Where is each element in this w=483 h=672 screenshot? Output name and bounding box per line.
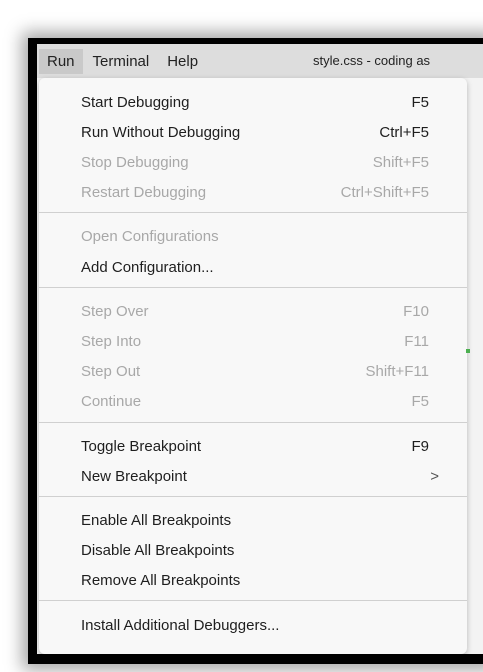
menu-item-run-without-debugging[interactable]: Run Without Debugging Ctrl+F5 xyxy=(39,118,467,146)
menu-item-stop-debugging: Stop Debugging Shift+F5 xyxy=(39,148,467,176)
app-window: Run Terminal Help style.css - coding as … xyxy=(37,44,483,654)
menu-item-label: Stop Debugging xyxy=(81,153,189,171)
menu-item-new-breakpoint[interactable]: New Breakpoint > xyxy=(39,462,467,490)
menu-item-toggle-breakpoint[interactable]: Toggle Breakpoint F9 xyxy=(39,432,467,460)
menu-item-label: New Breakpoint xyxy=(81,467,187,485)
menu-item-label: Run Without Debugging xyxy=(81,123,241,141)
menu-item-step-into: Step Into F11 xyxy=(39,327,467,355)
menu-item-shortcut: F5 xyxy=(411,392,429,410)
menu-item-shortcut: Ctrl+F5 xyxy=(379,123,429,141)
menu-item-start-debugging[interactable]: Start Debugging F5 xyxy=(39,88,467,116)
menu-item-label: Toggle Breakpoint xyxy=(81,437,202,455)
menu-item-shortcut: Ctrl+Shift+F5 xyxy=(340,183,429,201)
menu-item-label: Start Debugging xyxy=(81,93,190,111)
menu-item-label: Restart Debugging xyxy=(81,183,207,201)
window-title: style.css - coding as xyxy=(313,53,431,68)
menu-item-shortcut: F11 xyxy=(404,332,429,350)
menu-item-shortcut: Shift+F11 xyxy=(365,362,429,380)
menu-item-label: Enable All Breakpoints xyxy=(81,511,232,529)
menu-item-shortcut: F10 xyxy=(403,302,429,320)
menu-item-label: Step Into xyxy=(81,332,142,350)
menu-bar: Run Terminal Help style.css - coding as xyxy=(37,44,483,78)
menu-item-add-configuration[interactable]: Add Configuration... xyxy=(39,253,467,281)
menu-item-shortcut: F9 xyxy=(411,437,429,455)
menu-item-enable-all-breakpoints[interactable]: Enable All Breakpoints xyxy=(39,506,467,534)
menu-separator xyxy=(39,496,467,497)
run-menu-dropdown: Start Debugging F5 Run Without Debugging… xyxy=(39,78,467,654)
menu-terminal[interactable]: Terminal xyxy=(85,49,158,74)
menu-item-install-additional-debuggers[interactable]: Install Additional Debuggers... xyxy=(39,611,467,639)
menu-separator xyxy=(39,600,467,601)
menu-separator xyxy=(39,212,467,213)
menu-item-step-out: Step Out Shift+F11 xyxy=(39,357,467,385)
menu-item-label: Step Out xyxy=(81,362,141,380)
menu-item-label: Open Configurations xyxy=(81,227,219,245)
menu-item-label: Disable All Breakpoints xyxy=(81,541,235,559)
editor-gutter-mark xyxy=(466,349,470,353)
menu-item-label: Add Configuration... xyxy=(81,258,214,276)
menu-item-label: Step Over xyxy=(81,302,149,320)
menu-separator xyxy=(39,287,467,288)
menu-item-remove-all-breakpoints[interactable]: Remove All Breakpoints xyxy=(39,566,467,594)
menu-help[interactable]: Help xyxy=(159,49,206,74)
menu-item-label: Continue xyxy=(81,392,142,410)
menu-item-shortcut: F5 xyxy=(411,93,429,111)
menu-separator xyxy=(39,422,467,423)
chevron-right-icon: > xyxy=(430,467,439,485)
menu-item-disable-all-breakpoints[interactable]: Disable All Breakpoints xyxy=(39,536,467,564)
menu-run[interactable]: Run xyxy=(39,48,83,74)
menu-item-shortcut: Shift+F5 xyxy=(372,153,429,171)
menu-item-step-over: Step Over F10 xyxy=(39,297,467,325)
menu-item-label: Install Additional Debuggers... xyxy=(81,616,280,634)
menu-item-label: Remove All Breakpoints xyxy=(81,571,241,589)
menu-item-open-configurations: Open Configurations xyxy=(39,222,467,250)
menu-item-continue: Continue F5 xyxy=(39,387,467,415)
menu-item-restart-debugging: Restart Debugging Ctrl+Shift+F5 xyxy=(39,178,467,206)
